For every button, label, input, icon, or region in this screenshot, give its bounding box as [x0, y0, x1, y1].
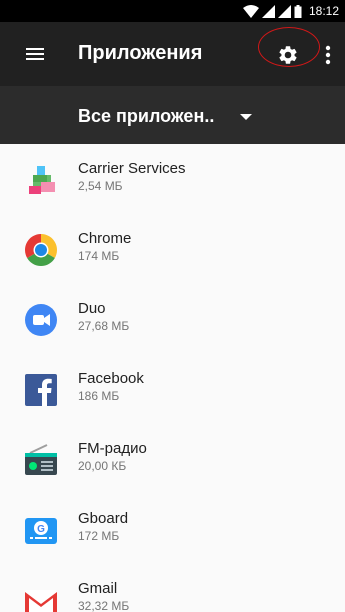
app-name: Duo [78, 300, 106, 317]
app-row-gboard[interactable]: G Gboard 172 МБ [0, 494, 345, 564]
app-size: 2,54 МБ [78, 179, 123, 193]
signal-icon-2 [277, 4, 291, 18]
toolbar: Приложения [0, 22, 345, 86]
gmail-icon [25, 590, 57, 612]
fm-radio-icon [25, 444, 57, 475]
menu-button[interactable] [20, 42, 50, 66]
filter-dropdown-label: Все приложен.. [78, 106, 215, 126]
app-name: Gmail [78, 580, 118, 597]
wifi-icon [242, 4, 259, 18]
app-size: 20,00 КБ [78, 459, 127, 473]
app-row-carrier-services[interactable]: Carrier Services 2,54 МБ [0, 144, 345, 214]
app-row-chrome[interactable]: Chrome 174 МБ [0, 214, 345, 284]
app-size: 174 МБ [78, 249, 120, 263]
status-time: 18:12 [308, 4, 339, 18]
facebook-icon [25, 374, 57, 406]
more-vert-icon [325, 45, 331, 65]
gboard-icon: G [25, 518, 57, 544]
chevron-down-icon [240, 114, 252, 120]
app-size: 186 МБ [78, 389, 120, 403]
filter-dropdown[interactable]: Все приложен.. [0, 86, 345, 144]
app-name: FM-радио [78, 440, 147, 457]
chrome-icon [24, 234, 58, 267]
app-row-fm-radio[interactable]: FM-радио 20,00 КБ [0, 424, 345, 494]
app-size: 32,32 МБ [78, 599, 130, 612]
settings-button[interactable] [272, 39, 304, 71]
status-bar: 18:12 [0, 0, 345, 22]
overflow-menu-button[interactable] [316, 39, 340, 71]
app-name: Gboard [78, 510, 129, 527]
battery-icon [294, 4, 302, 18]
gear-icon [279, 46, 297, 64]
carrier-services-icon [27, 166, 55, 194]
status-icons: 18:12 [242, 3, 339, 19]
menu-icon [26, 48, 44, 60]
app-name: Chrome [78, 230, 132, 247]
app-row-gmail[interactable]: Gmail 32,32 МБ [0, 564, 345, 612]
duo-icon [25, 304, 57, 336]
svg-text:G: G [37, 524, 45, 535]
page-title: Приложения [78, 42, 203, 64]
app-size: 172 МБ [78, 529, 120, 543]
app-name: Facebook [78, 370, 144, 387]
app-name: Carrier Services [78, 160, 186, 177]
signal-icon [261, 4, 275, 18]
app-size: 27,68 МБ [78, 319, 130, 333]
app-row-duo[interactable]: Duo 27,68 МБ [0, 284, 345, 354]
app-row-facebook[interactable]: Facebook 186 МБ [0, 354, 345, 424]
